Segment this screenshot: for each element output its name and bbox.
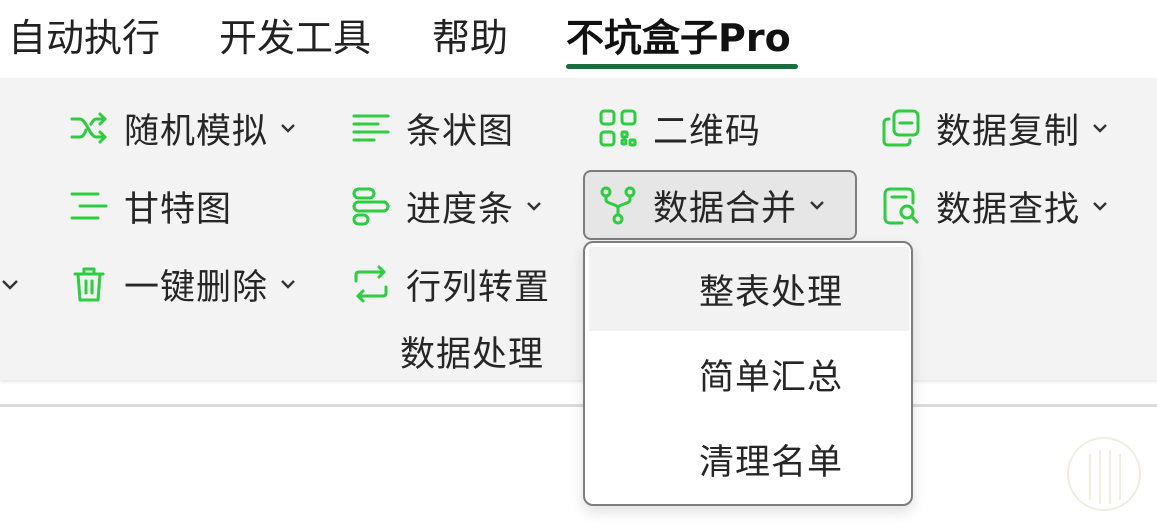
progress-bar-button[interactable]: 进度条	[350, 178, 544, 234]
chevron-down-icon	[278, 274, 298, 294]
menu-item-clean-list[interactable]: 清理名单	[589, 417, 909, 501]
copy-icon	[880, 107, 922, 149]
bar-chart-button[interactable]: 条状图	[350, 100, 514, 156]
progress-bar-label: 进度条	[406, 189, 515, 230]
one-click-delete-label: 一键删除	[124, 267, 269, 308]
data-find-label: 数据查找	[936, 189, 1081, 230]
qrcode-button[interactable]: 二维码	[597, 100, 761, 156]
progress-icon	[350, 185, 392, 227]
data-find-button[interactable]: 数据查找	[880, 178, 1110, 234]
tab-help[interactable]: 帮助	[432, 10, 508, 66]
chevron-down-icon	[1090, 118, 1110, 138]
divider	[0, 404, 1157, 407]
shuffle-icon	[68, 107, 110, 149]
data-merge-button[interactable]: 数据合并	[583, 170, 857, 240]
data-merge-dropdown-menu: 整表处理 简单汇总 清理名单	[583, 241, 913, 506]
data-merge-label: 数据合并	[653, 188, 798, 229]
qrcode-label: 二维码	[653, 111, 762, 152]
bar-chart-label: 条状图	[406, 111, 515, 152]
qrcode-icon	[597, 107, 639, 149]
gantt-chart-button[interactable]: 甘特图	[68, 178, 232, 234]
transpose-label: 行列转置	[406, 267, 551, 308]
chevron-down-icon	[524, 196, 544, 216]
tab-bukeng-pro[interactable]: 不坑盒子Pro	[566, 10, 791, 66]
chevron-down-icon	[278, 118, 298, 138]
data-copy-button[interactable]: 数据复制	[880, 100, 1110, 156]
transpose-icon	[350, 263, 392, 305]
find-icon	[880, 185, 922, 227]
chevron-down-icon[interactable]	[0, 274, 20, 294]
data-copy-label: 数据复制	[936, 111, 1081, 152]
one-click-delete-button[interactable]: 一键删除	[68, 256, 298, 312]
gantt-icon	[68, 185, 110, 227]
merge-icon	[597, 184, 639, 226]
chevron-down-icon	[807, 195, 827, 215]
tab-auto-execute[interactable]: 自动执行	[8, 10, 160, 66]
tab-developer-tools[interactable]: 开发工具	[219, 10, 371, 66]
menu-item-whole-table[interactable]: 整表处理	[589, 247, 909, 331]
watermark-icon	[1062, 422, 1146, 522]
gantt-chart-label: 甘特图	[124, 189, 233, 230]
tab-bar: 自动执行 开发工具 帮助 不坑盒子Pro	[0, 0, 1157, 78]
ribbon-group-label: 数据处理	[400, 335, 545, 375]
transpose-button[interactable]: 行列转置	[350, 256, 550, 312]
bar-lines-icon	[350, 107, 392, 149]
random-simulate-button[interactable]: 随机模拟	[68, 100, 298, 156]
active-tab-indicator	[566, 64, 798, 69]
menu-item-simple-summary[interactable]: 简单汇总	[589, 332, 909, 416]
trash-icon	[68, 263, 110, 305]
random-simulate-label: 随机模拟	[124, 111, 269, 152]
chevron-down-icon	[1090, 196, 1110, 216]
